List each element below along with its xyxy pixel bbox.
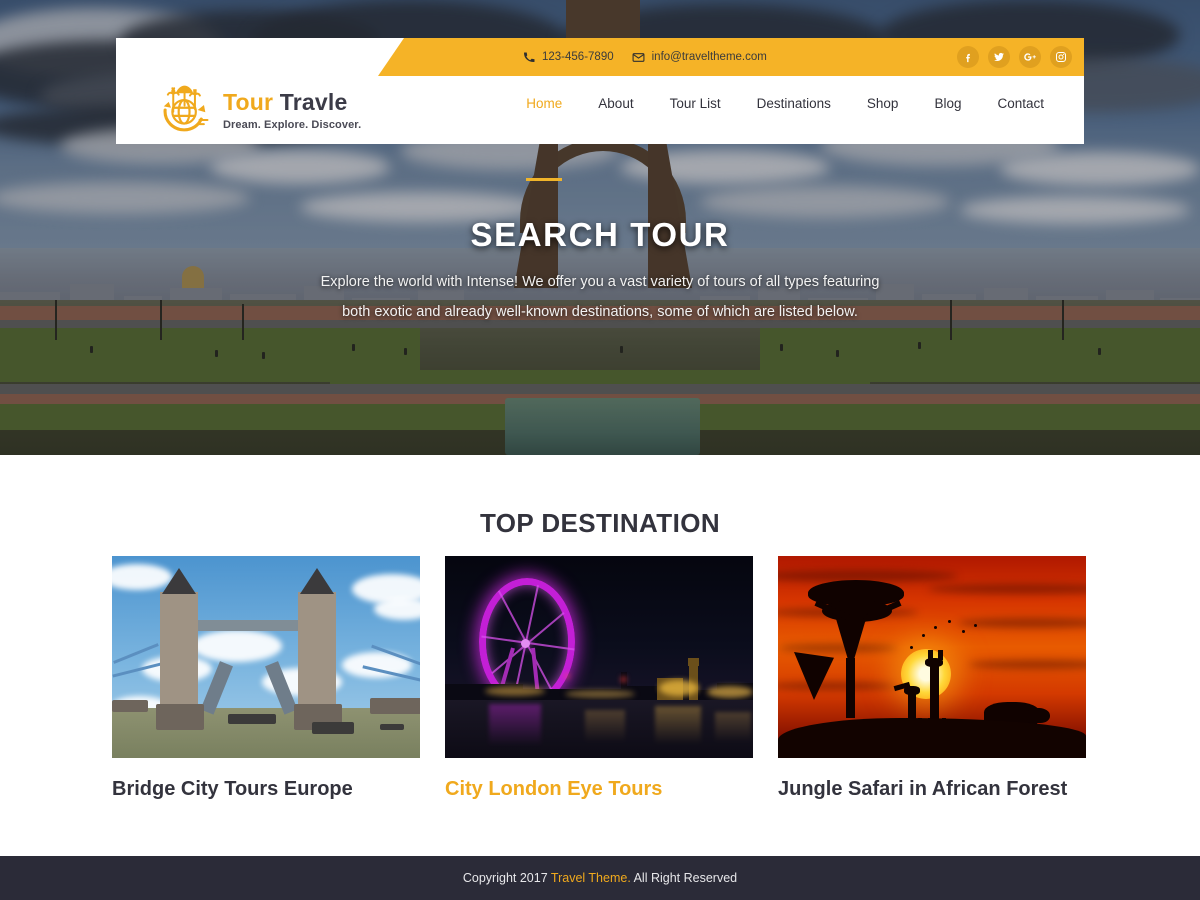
destination-card[interactable]: Bridge City Tours Europe <box>112 556 420 801</box>
site-logo[interactable]: Tour Travle Dream. Explore. Discover. <box>156 82 361 138</box>
phone-number: 123-456-7890 <box>542 51 614 63</box>
section-heading: TOP DESTINATION <box>479 508 721 538</box>
phone-icon <box>523 51 535 63</box>
logo-tagline: Dream. Explore. Discover. <box>223 119 362 131</box>
google-plus-icon[interactable] <box>1019 46 1041 68</box>
hero-subtitle-line-1: Explore the world with Intense! We offer… <box>320 274 880 290</box>
top-destination-section: TOP DESTINATION Bridge City Tours Europe… <box>0 455 1200 856</box>
african-sunset-safari-photo <box>778 556 1086 758</box>
bird-silhouette <box>922 634 925 637</box>
nav-item-tour-list[interactable]: Tour List <box>652 94 739 114</box>
logo-name-secondary: Travle <box>279 89 348 115</box>
hero-subtitle-line-2: both exotic and already well-known desti… <box>342 303 858 320</box>
nav-item-blog[interactable]: Blog <box>916 94 979 114</box>
destination-card[interactable]: Jungle Safari in African Forest <box>778 556 1086 801</box>
destination-card-title[interactable]: Bridge City Tours Europe <box>112 778 420 801</box>
instagram-icon[interactable] <box>1050 46 1072 68</box>
site-footer: Copyright 2017 Travel Theme. All Right R… <box>0 856 1200 900</box>
email-address: info@traveltheme.com <box>651 51 767 63</box>
footer-brand-link[interactable]: Travel Theme. <box>551 871 631 885</box>
nav-item-about[interactable]: About <box>580 94 651 114</box>
nav-item-destinations[interactable]: Destinations <box>739 94 849 114</box>
copyright-text: Copyright 2017 Travel Theme. All Right R… <box>463 871 737 885</box>
destination-card-title[interactable]: City London Eye Tours <box>445 778 753 801</box>
nav-item-contact[interactable]: Contact <box>979 94 1062 114</box>
london-eye-night-photo <box>445 556 753 758</box>
copyright-suffix: All Right Reserved <box>630 871 738 885</box>
facebook-icon[interactable] <box>957 46 979 68</box>
destination-card[interactable]: City London Eye Tours <box>445 556 753 801</box>
phone-info[interactable]: 123-456-7890 <box>523 51 614 63</box>
social-links <box>957 38 1072 76</box>
header-topbar: 123-456-7890 info@traveltheme.com <box>378 38 1084 76</box>
hero-title: SEARCH TOUR <box>470 216 730 253</box>
nav-item-home[interactable]: Home <box>508 94 580 181</box>
contact-info: 123-456-7890 info@traveltheme.com <box>523 38 767 76</box>
envelope-icon <box>632 51 645 64</box>
nav-item-shop[interactable]: Shop <box>849 94 917 114</box>
globe-palm-umbrella-icon <box>156 82 214 138</box>
copyright-prefix: Copyright 2017 <box>462 871 551 885</box>
destination-card-title[interactable]: Jungle Safari in African Forest <box>778 778 1086 801</box>
tower-bridge-london-photo <box>112 556 420 758</box>
site-header: 123-456-7890 info@traveltheme.com Tour T… <box>116 38 1084 181</box>
logo-name-primary: Tour <box>223 89 274 115</box>
twitter-icon[interactable] <box>988 46 1010 68</box>
email-info[interactable]: info@traveltheme.com <box>632 51 767 64</box>
destination-card-list: Bridge City Tours Europe City London Eye… <box>112 556 1088 801</box>
main-navigation: Home About Tour List Destinations Shop B… <box>508 94 1062 181</box>
